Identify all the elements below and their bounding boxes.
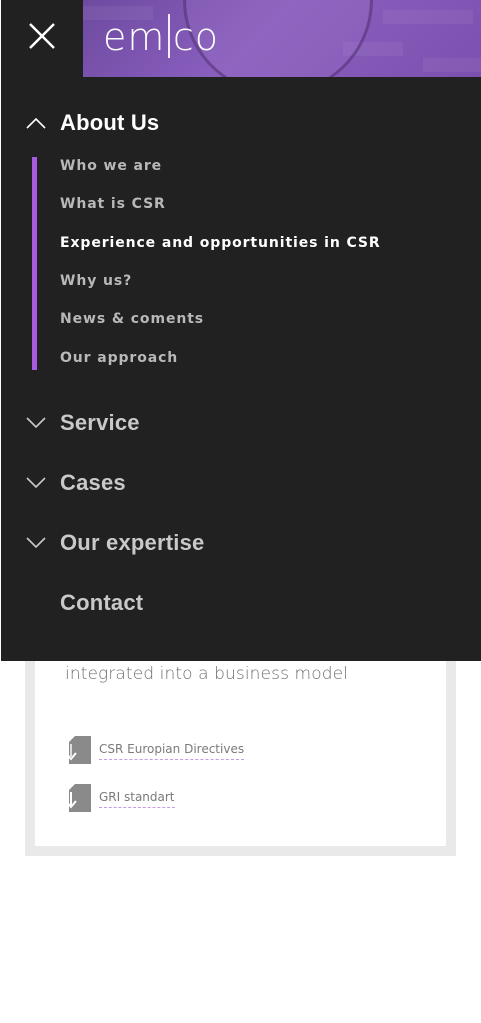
nav-section-label: Service (60, 410, 140, 435)
document-download-icon (65, 734, 91, 764)
chevron-up-icon (26, 117, 46, 129)
emco-logo[interactable]: em co (103, 12, 219, 62)
submenu-item-why-us[interactable]: Why us? (60, 273, 132, 289)
nav-section-label: Cases (60, 470, 126, 495)
chevron-down-icon (26, 537, 46, 549)
chevron-down-icon (26, 417, 46, 429)
nav-section-about-us[interactable]: About Us (26, 110, 159, 136)
nav-section-cases[interactable]: Cases (26, 470, 126, 496)
nav-section-label: Our expertise (60, 530, 205, 555)
close-menu-button[interactable] (1, 0, 83, 77)
submenu-item-our-approach[interactable]: Our approach (60, 350, 178, 366)
document-link-label: CSR Europian Directives (99, 742, 245, 760)
nav-section-label: Contact (60, 590, 144, 615)
submenu-item-who-we-are[interactable]: Who we are (60, 158, 162, 174)
chevron-down-icon (26, 477, 46, 489)
document-link-label: GRI standart (99, 790, 175, 808)
nav-section-our-expertise[interactable]: Our expertise (26, 530, 204, 556)
navigation-menu: em co About Us Who we are What is CSR Exp… (1, 0, 481, 661)
document-link-gri-standard[interactable]: GRI standart (65, 782, 175, 812)
close-icon (29, 23, 55, 49)
document-download-icon (65, 782, 91, 812)
submenu-item-news[interactable]: News & coments (60, 311, 204, 327)
document-link-csr-directives[interactable]: CSR Europian Directives (65, 734, 245, 764)
menu-header: em co (1, 0, 481, 77)
submenu-item-experience-csr[interactable]: Experience and opportunities in CSR (60, 235, 381, 251)
nav-section-contact[interactable]: Contact (60, 590, 143, 616)
nav-section-label: About Us (60, 110, 160, 135)
nav-section-service[interactable]: Service (26, 410, 140, 436)
submenu-accent-bar (32, 157, 37, 370)
content-text: integrated into a business model (65, 664, 348, 684)
submenu-item-what-is-csr[interactable]: What is CSR (60, 196, 166, 212)
header-banner: em co (83, 0, 481, 77)
